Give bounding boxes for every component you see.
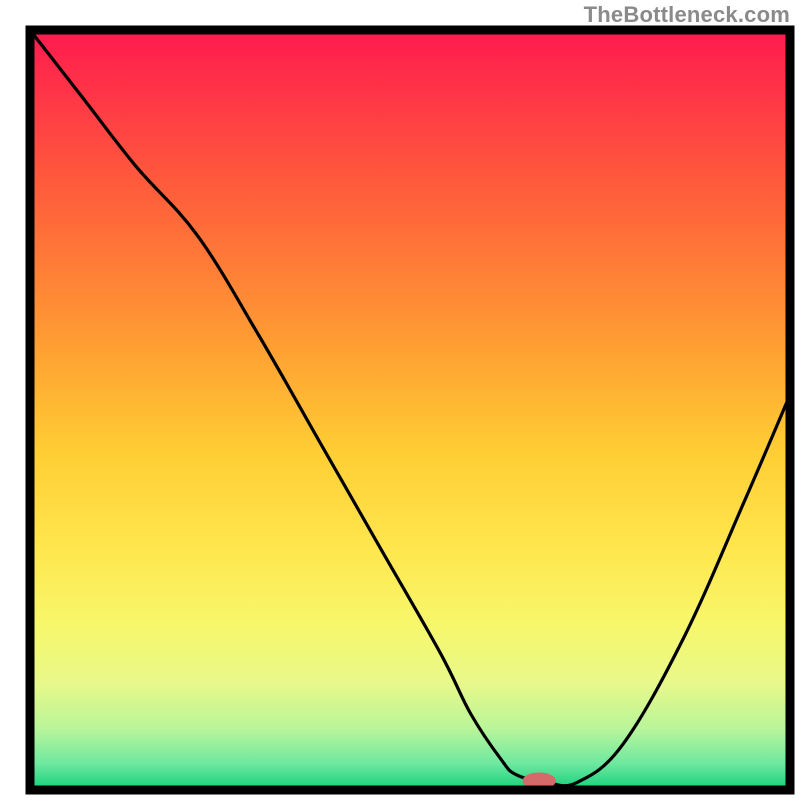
chart-container: TheBottleneck.com (0, 0, 800, 800)
gradient-background (30, 30, 790, 790)
bottleneck-chart (0, 0, 800, 800)
watermark-text: TheBottleneck.com (584, 2, 790, 28)
